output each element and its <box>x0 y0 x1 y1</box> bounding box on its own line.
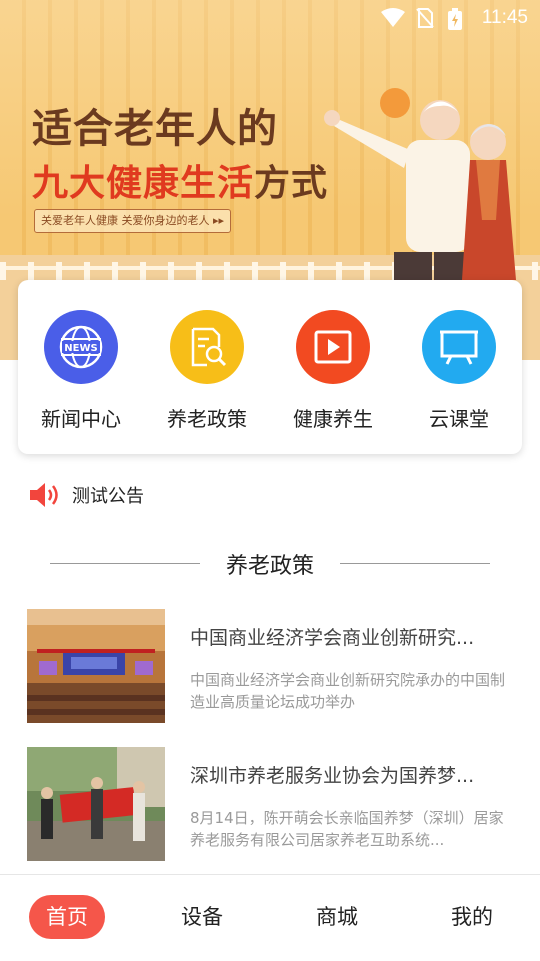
announcement-bar[interactable]: 测试公告 <box>28 478 144 512</box>
article-title: 深圳市养老服务业协会为国养梦... <box>190 765 475 787</box>
no-sim-icon <box>416 8 434 28</box>
menu-item-elderly-policy[interactable]: 养老政策 <box>144 310 270 432</box>
battery-charging-icon <box>448 8 462 30</box>
article-item[interactable]: 中国商业经济学会商业创新研究... 中国商业经济学会商业创新研究院承办的中国制造… <box>27 609 513 723</box>
banner-title-line1: 适合老年人的 <box>32 106 278 152</box>
bottom-tab-bar: 首页 设备 商城 我的 <box>0 874 540 961</box>
status-bar: 11:45 <box>0 0 540 36</box>
menu-label-elderly-policy: 养老政策 <box>167 407 247 431</box>
article-item[interactable]: 深圳市养老服务业协会为国养梦... 8月14日，陈开萌会长亲临国养梦（深圳）居家… <box>27 747 513 861</box>
section-divider-right <box>340 563 490 564</box>
tab-mall[interactable]: 商城 <box>297 895 377 939</box>
wifi-icon <box>381 8 405 27</box>
banner-title-highlight: 九大健康生活 <box>32 163 255 204</box>
section-header: 养老政策 <box>0 548 540 580</box>
tab-devices[interactable]: 设备 <box>162 895 242 939</box>
article-description: 中国商业经济学会商业创新研究院承办的中国制造业高质量论坛成功举办 <box>190 671 506 711</box>
news-globe-icon: NEWS <box>44 310 118 384</box>
tab-home[interactable]: 首页 <box>29 895 105 939</box>
menu-item-news-center[interactable]: NEWS 新闻中心 <box>18 310 144 432</box>
document-search-icon <box>170 310 244 384</box>
announcement-text: 测试公告 <box>72 486 144 507</box>
svg-text:NEWS: NEWS <box>64 343 97 354</box>
presentation-board-icon <box>422 310 496 384</box>
banner-title-line2: 九大健康生活方式 <box>32 154 328 206</box>
video-play-icon <box>296 310 370 384</box>
menu-item-health[interactable]: 健康养生 <box>270 310 396 432</box>
article-thumbnail <box>27 609 165 723</box>
banner-tagline: 关爱老年人健康 关爱你身边的老人 ▸▸ <box>34 209 232 233</box>
speaker-icon <box>30 483 58 507</box>
tab-mine[interactable]: 我的 <box>432 895 512 939</box>
section-title: 养老政策 <box>225 554 314 579</box>
article-thumbnail <box>27 747 165 861</box>
menu-label-health: 健康养生 <box>293 407 373 431</box>
quick-menu-card: NEWS 新闻中心 养老政策 健康养生 云课堂 <box>18 280 522 454</box>
menu-label-cloud-class: 云课堂 <box>429 407 489 431</box>
elderly-couple-illustration <box>324 100 516 280</box>
menu-label-news-center: 新闻中心 <box>41 407 121 431</box>
status-time: 11:45 <box>481 7 528 28</box>
banner-title-tail: 方式 <box>254 163 329 204</box>
article-title: 中国商业经济学会商业创新研究... <box>190 627 475 649</box>
menu-item-cloud-class[interactable]: 云课堂 <box>396 310 522 432</box>
article-description: 8月14日，陈开萌会长亲临国养梦（深圳）居家养老服务有限公司居家养老互助系统..… <box>190 809 504 849</box>
